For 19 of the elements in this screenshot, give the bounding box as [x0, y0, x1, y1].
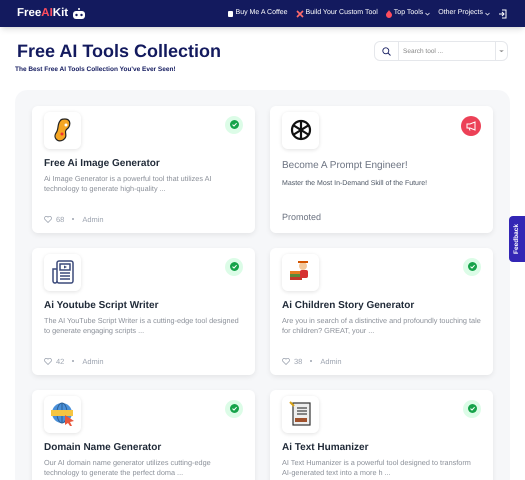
page-title: Free AI Tools Collection — [17, 40, 222, 62]
heart-icon[interactable] — [44, 358, 52, 365]
logo-text[interactable]: FreeAIKit — [17, 4, 68, 22]
video-document-icon — [50, 259, 76, 286]
login-icon[interactable] — [498, 8, 508, 18]
promoted-label: Promoted — [282, 211, 322, 224]
card-title: Become A Prompt Engineer! — [282, 158, 409, 173]
document-icon — [288, 401, 312, 428]
card-title: Ai Children Story Generator — [282, 298, 416, 313]
card-title: Domain Name Generator — [44, 440, 162, 455]
robot-icon — [72, 8, 86, 19]
card-title: Free Ai Image Generator — [44, 156, 161, 171]
globe-cursor-icon — [50, 401, 76, 428]
search-icon — [382, 46, 391, 56]
card-title: Ai Youtube Script Writer — [44, 298, 160, 313]
heart-icon[interactable] — [44, 216, 52, 223]
megaphone-icon — [461, 116, 481, 136]
card-title: Ai Text Humanizer — [282, 440, 370, 455]
heart-icon[interactable] — [282, 358, 290, 365]
